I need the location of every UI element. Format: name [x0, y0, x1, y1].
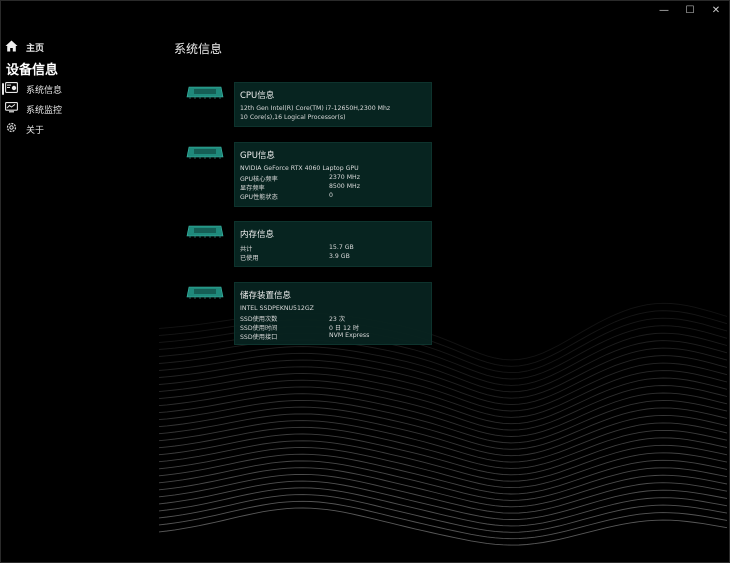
minimize-button[interactable]: —	[651, 1, 677, 19]
storage-model: INTEL SSDPEKNU512GZ	[240, 305, 314, 312]
window-controls: — ☐ ✕	[651, 1, 729, 19]
wave-line	[159, 370, 728, 418]
app-window: — ☐ ✕ 主页 设备信息 系统信息 系统监控 关于 系统信息 CPU信息 12…	[0, 0, 730, 563]
cpu-info-card: CPU信息 12th Gen Intel(R) Core(TM) i7-1265…	[234, 82, 432, 127]
sidebar-item-label: 关于	[26, 125, 45, 136]
cpu-chip-icon	[186, 86, 224, 99]
sidebar-item-label: 主页	[26, 43, 45, 54]
sidebar-item-label: 系统信息	[26, 85, 63, 96]
gpu-info-card: GPU信息 NVIDIA GeForce RTX 4060 Laptop GPU…	[234, 142, 432, 207]
wave-line	[159, 385, 728, 431]
gpu-name: NVIDIA GeForce RTX 4060 Laptop GPU	[240, 165, 359, 172]
cpu-card-title: CPU信息	[240, 91, 275, 101]
gpu-perf-state-label: GPU性能状态	[240, 194, 278, 201]
home-icon	[5, 40, 18, 55]
sidebar-section-title: 设备信息	[6, 63, 59, 78]
memory-card-title: 内存信息	[240, 230, 275, 240]
memory-chip-icon	[186, 225, 224, 238]
ssd-interface-label: SSD使用接口	[240, 334, 278, 341]
wave-line	[159, 494, 728, 533]
sidebar-item-about[interactable]: 关于	[5, 120, 44, 138]
sidebar-item-system-info[interactable]: 系统信息	[5, 80, 62, 98]
monitor-icon	[5, 102, 18, 116]
gpu-card-title: GPU信息	[240, 151, 275, 161]
ssd-usage-time-label: SSD使用时间	[240, 325, 278, 332]
id-card-icon	[5, 82, 18, 96]
sidebar-item-home[interactable]: 主页	[5, 38, 44, 56]
ssd-power-count-label: SSD使用次数	[240, 316, 278, 323]
gpu-memory-clock-label: 显存频率	[240, 185, 265, 192]
cpu-model: 12th Gen Intel(R) Core(TM) i7-12650H,230…	[240, 105, 391, 112]
wave-line	[159, 362, 728, 412]
sidebar: 主页 设备信息 系统信息 系统监控 关于	[1, 1, 159, 562]
memory-used-value: 3.9 GB	[329, 253, 350, 260]
storage-info-card: 储存装置信息 INTEL SSDPEKNU512GZ SSD使用次数 23 次 …	[234, 282, 432, 345]
ssd-power-count-value: 23 次	[329, 316, 346, 323]
memory-used-label: 已使用	[240, 255, 259, 262]
gear-icon	[5, 121, 18, 137]
wave-line	[159, 473, 728, 514]
gpu-core-clock-label: GPU核心频率	[240, 176, 278, 183]
cpu-cores: 10 Core(s),16 Logical Processor(s)	[240, 114, 346, 121]
gpu-core-clock-value: 2370 MHz	[329, 174, 360, 181]
memory-total-value: 15.7 GB	[329, 244, 354, 251]
memory-info-card: 内存信息 共计 15.7 GB 已使用 3.9 GB	[234, 221, 432, 267]
page-title: 系统信息	[174, 42, 223, 56]
memory-total-label: 共计	[240, 246, 253, 253]
sidebar-item-system-monitor[interactable]: 系统监控	[5, 100, 62, 118]
gpu-perf-state-value: 0	[329, 192, 333, 199]
close-button[interactable]: ✕	[703, 1, 729, 19]
storage-chip-icon	[186, 286, 224, 299]
ssd-interface-value: NVM Express	[329, 332, 370, 339]
gpu-memory-clock-value: 8500 MHz	[329, 183, 360, 190]
gpu-chip-icon	[186, 146, 224, 159]
maximize-button[interactable]: ☐	[677, 1, 703, 19]
ssd-usage-time-value: 0 日 12 时	[329, 325, 360, 332]
sidebar-item-label: 系统监控	[26, 105, 63, 116]
active-indicator	[2, 83, 4, 95]
storage-card-title: 储存装置信息	[240, 291, 292, 301]
